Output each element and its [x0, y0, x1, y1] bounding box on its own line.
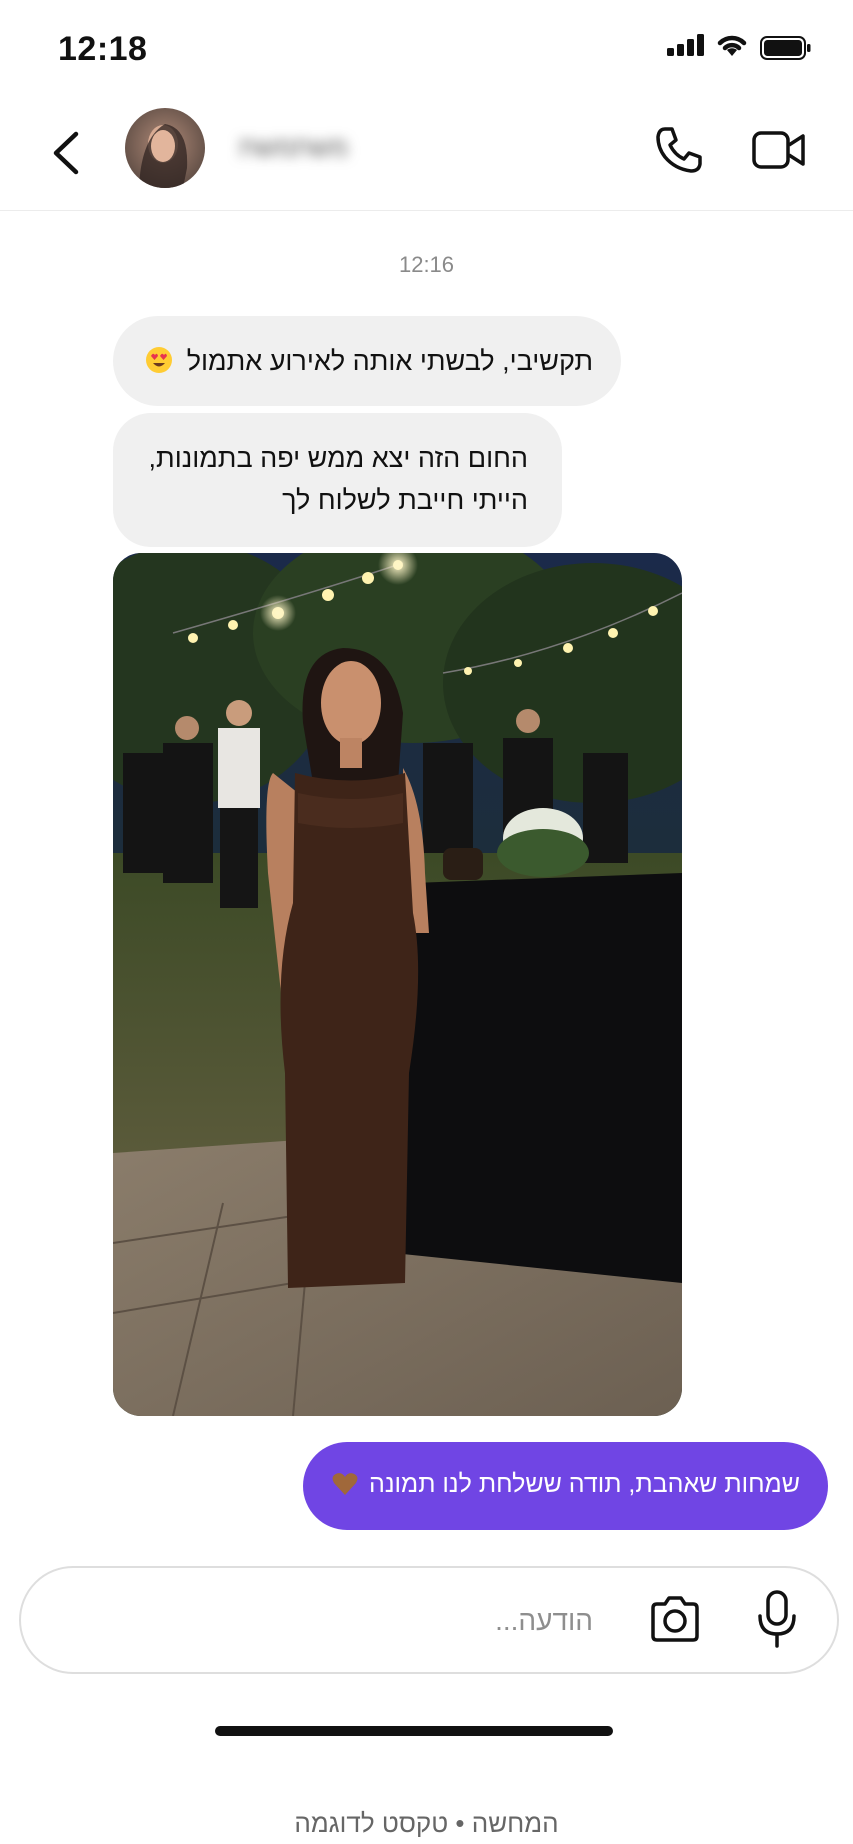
- microphone-button[interactable]: [755, 1588, 799, 1652]
- video-camera-icon: [752, 131, 805, 169]
- message-line: הייתי חייבת לשלוח לך: [282, 485, 528, 515]
- chat-header: משתמשת: [0, 100, 853, 211]
- wifi-icon: [717, 35, 747, 56]
- message-timestamp: 12:16: [398, 252, 455, 277]
- camera-button[interactable]: [647, 1592, 703, 1648]
- received-message[interactable]: תקשיבי, לבשתי אותה לאירוע אתמול: [113, 316, 621, 406]
- signal-icon: [667, 34, 704, 56]
- video-call-button[interactable]: [752, 128, 806, 172]
- status-time: 12:18: [58, 30, 148, 68]
- photo-message[interactable]: [113, 553, 682, 1416]
- camera-icon: [651, 1596, 699, 1642]
- illustration-caption: המחשה • טקסט לדוגמה: [294, 1808, 559, 1838]
- status-bar: 12:18: [0, 0, 853, 100]
- received-message[interactable]: החום הזה יצא ממש יפה בתמונות, הייתי חייב…: [113, 413, 562, 547]
- brown-heart-emoji-icon: [332, 1473, 358, 1495]
- message-text: תקשיבי, לבשתי אותה לאירוע אתמול: [186, 346, 593, 376]
- voice-call-button[interactable]: [653, 124, 705, 176]
- battery-icon: [760, 36, 811, 60]
- back-chevron-icon: [53, 131, 79, 175]
- home-indicator: [215, 1726, 613, 1736]
- contact-name[interactable]: משתמשת: [222, 132, 348, 160]
- microphone-icon: [758, 1590, 796, 1648]
- phone-icon: [656, 127, 702, 173]
- message-text: שמחות שאהבת, תודה ששלחת לנו תמונה: [368, 1470, 800, 1498]
- heart-eyes-emoji-icon: [146, 347, 173, 373]
- message-line: החום הזה יצא ממש יפה בתמונות,: [148, 443, 528, 473]
- back-button[interactable]: [48, 128, 88, 178]
- event-photo: [113, 553, 682, 1416]
- message-composer: [19, 1566, 839, 1674]
- sent-message[interactable]: שמחות שאהבת, תודה ששלחת לנו תמונה: [303, 1442, 828, 1530]
- avatar-photo-icon: [125, 108, 205, 188]
- avatar[interactable]: [125, 108, 205, 188]
- message-input[interactable]: [111, 1592, 595, 1650]
